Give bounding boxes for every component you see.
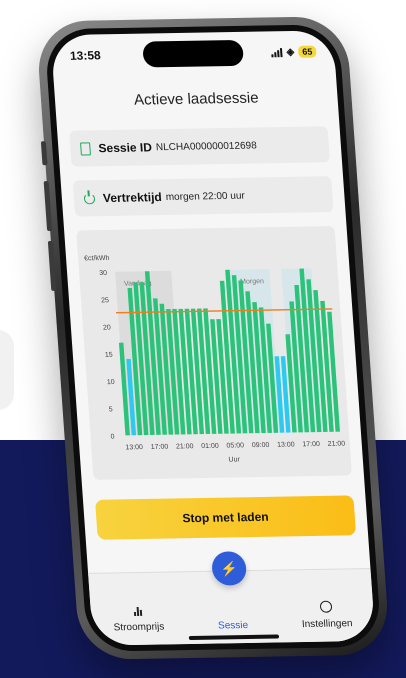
- battery-icon: 65: [297, 45, 317, 58]
- departure-card[interactable]: Vertrektijd morgen 22:00 uur: [72, 176, 334, 217]
- wifi-icon: ◈: [286, 46, 295, 58]
- x-tick-label: 13:00: [277, 441, 295, 448]
- x-tick-label: 01:00: [201, 443, 219, 450]
- x-tick-label: 09:00: [252, 442, 270, 449]
- y-tick-label: 20: [103, 324, 111, 331]
- y-tick-label: 30: [99, 270, 107, 277]
- x-axis-label: Uur: [228, 456, 240, 463]
- y-tick-label: 10: [107, 379, 115, 386]
- tab-bar: Stroomprijs ⚡ Sessie Instellingen: [88, 551, 376, 646]
- lightning-icon[interactable]: ⚡: [210, 551, 248, 586]
- session-id-label: Sessie ID: [97, 140, 153, 156]
- tab-label: Sessie: [217, 620, 249, 632]
- document-icon: [80, 141, 91, 156]
- y-axis-label: €ct/kWh: [84, 255, 110, 262]
- x-tick-label: 17:00: [302, 441, 320, 448]
- session-id-card: Sessie ID NLCHA000000012698: [69, 126, 331, 167]
- signal-icon: [271, 47, 283, 58]
- status-bar: 13:58 ◈ 65: [69, 41, 317, 67]
- tab-label: Instellingen: [301, 618, 353, 631]
- bar-chart-icon: [133, 606, 143, 617]
- y-tick-label: 5: [109, 406, 113, 413]
- departure-label: Vertrektijd: [102, 190, 163, 206]
- price-chart-card: VandaagMorgen€ct/kWh05101520253013:0017:…: [76, 226, 352, 480]
- y-tick-label: 0: [110, 434, 114, 441]
- phone-mockup: 13:58 ◈ 65 Actieve laadsessie Sessie ID …: [35, 16, 391, 660]
- app-screen: 13:58 ◈ 65 Actieve laadsessie Sessie ID …: [50, 30, 376, 646]
- status-time: 13:58: [69, 48, 102, 63]
- tab-label: Stroomprijs: [113, 621, 165, 634]
- tab-sessie[interactable]: ⚡ Sessie: [182, 551, 281, 644]
- session-id-value: NLCHA000000012698: [155, 139, 258, 153]
- price-chart: VandaagMorgen€ct/kWh05101520253013:0017:…: [84, 255, 346, 464]
- stop-charging-button[interactable]: Stop met laden: [95, 495, 357, 540]
- tab-instellingen[interactable]: Instellingen: [276, 569, 375, 642]
- tab-stroomprijs[interactable]: Stroomprijs: [88, 572, 187, 645]
- x-tick-label: 21:00: [327, 441, 345, 448]
- page-title: Actieve laadsessie: [133, 89, 260, 109]
- y-tick-label: 25: [101, 297, 109, 304]
- y-tick-label: 15: [105, 352, 113, 359]
- background-shape: [0, 330, 14, 410]
- region-label-tomorrow: Morgen: [240, 278, 264, 285]
- departure-value: morgen 22:00 uur: [165, 190, 246, 203]
- power-icon: [83, 192, 96, 204]
- x-tick-label: 05:00: [226, 442, 244, 449]
- gear-icon: [319, 600, 333, 613]
- x-tick-label: 21:00: [176, 443, 194, 450]
- x-tick-label: 17:00: [150, 444, 168, 451]
- x-tick-label: 13:00: [125, 444, 143, 451]
